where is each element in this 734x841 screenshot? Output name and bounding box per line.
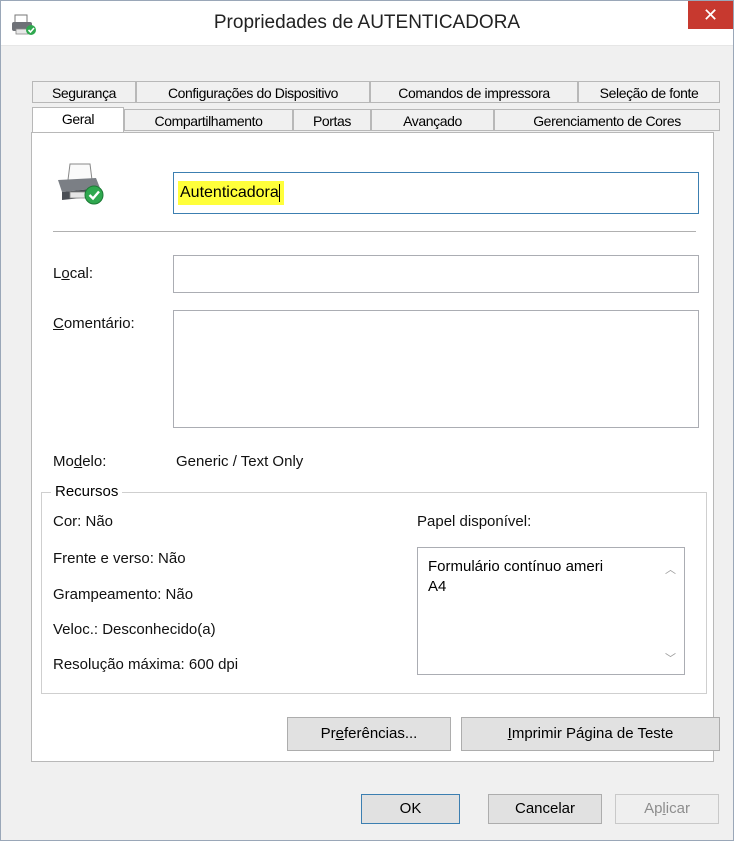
close-icon: ✕ xyxy=(702,5,719,25)
tab-selecao-fonte[interactable]: Seleção de fonte xyxy=(578,81,720,103)
print-test-page-button[interactable]: Imprimir Página de Teste xyxy=(461,717,720,751)
model-label: Modelo: xyxy=(53,453,107,470)
close-button[interactable]: ✕ xyxy=(688,1,733,29)
apply-button[interactable]: Aplicar xyxy=(615,794,719,824)
tab-gerenciamento-cores[interactable]: Gerenciamento de Cores xyxy=(494,109,720,131)
tab-configuracoes-dispositivo[interactable]: Configurações do Dispositivo xyxy=(136,81,370,103)
tab-geral[interactable]: Geral xyxy=(32,107,124,133)
feature-staple: Grampeamento: Não xyxy=(53,586,194,603)
comment-label: Comentário: xyxy=(53,315,135,332)
scroll-down-icon[interactable]: ﹀ xyxy=(665,650,676,666)
feature-color: Cor: Não xyxy=(53,513,114,530)
model-value: Generic / Text Only xyxy=(176,453,304,470)
paper-listbox[interactable]: Formulário contínuo ameri A4 ︿ ﹀ xyxy=(417,547,685,675)
ok-button[interactable]: OK xyxy=(361,794,460,824)
location-label: Local: xyxy=(53,265,94,282)
text-caret xyxy=(278,183,280,202)
tab-compartilhamento[interactable]: Compartilhamento xyxy=(124,109,293,131)
preferences-button[interactable]: Preferências... xyxy=(287,717,451,751)
window-title: Propriedades de AUTENTICADORA xyxy=(213,12,521,33)
feature-max-resolution: Resolução máxima: 600 dpi xyxy=(53,656,239,673)
tab-seguranca[interactable]: Segurança xyxy=(32,81,136,103)
tab-portas[interactable]: Portas xyxy=(293,109,371,131)
separator xyxy=(53,231,696,232)
feature-duplex: Frente e verso: Não xyxy=(53,550,186,567)
comment-textarea[interactable] xyxy=(173,310,699,428)
printer-name-input[interactable]: Autenticadora xyxy=(173,172,699,214)
printer-properties-dialog: Propriedades de AUTENTICADORA ✕ Seguranç… xyxy=(0,0,734,841)
paper-list-item[interactable]: A4 xyxy=(428,578,446,595)
paper-list-item[interactable]: Formulário contínuo ameri xyxy=(428,558,603,575)
printer-icon xyxy=(58,163,104,205)
title-bar[interactable]: Propriedades de AUTENTICADORA ✕ xyxy=(1,1,733,46)
printer-name-text: Autenticadora xyxy=(178,181,284,205)
tab-comandos-impressora[interactable]: Comandos de impressora xyxy=(370,81,578,103)
scroll-up-icon[interactable]: ︿ xyxy=(665,561,676,577)
feature-speed: Veloc.: Desconhecido(a) xyxy=(53,621,216,638)
cancel-button[interactable]: Cancelar xyxy=(488,794,602,824)
location-input[interactable] xyxy=(173,255,699,293)
paper-available-label: Papel disponível: xyxy=(417,513,532,530)
features-group-title: Recursos xyxy=(51,483,123,500)
tab-avancado[interactable]: Avançado xyxy=(371,109,494,131)
